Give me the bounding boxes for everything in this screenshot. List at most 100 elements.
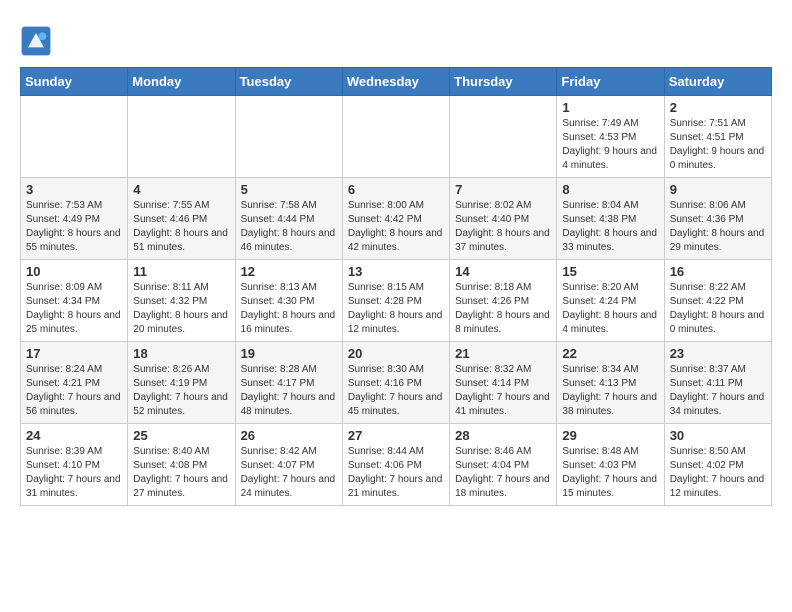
day-number: 10 — [26, 264, 122, 279]
calendar-cell: 3 Sunrise: 7:53 AM Sunset: 4:49 PM Daylig… — [21, 178, 128, 260]
day-info: Sunrise: 7:58 AM Sunset: 4:44 PM Dayligh… — [241, 199, 337, 255]
calendar-cell: 11 Sunrise: 8:11 AM Sunset: 4:32 PM Dayli… — [128, 260, 235, 342]
day-info: Sunrise: 8:42 AM Sunset: 4:07 PM Dayligh… — [241, 445, 337, 501]
day-info: Sunrise: 7:51 AM Sunset: 4:51 PM Dayligh… — [670, 117, 766, 173]
day-number: 20 — [348, 346, 444, 361]
calendar-header-row: SundayMondayTuesdayWednesdayThursdayFrid… — [21, 68, 772, 96]
calendar-week-row: 1 Sunrise: 7:49 AM Sunset: 4:53 PM Daylig… — [21, 96, 772, 178]
day-number: 9 — [670, 182, 766, 197]
day-number: 30 — [670, 428, 766, 443]
day-info: Sunrise: 8:18 AM Sunset: 4:26 PM Dayligh… — [455, 281, 551, 337]
day-number: 12 — [241, 264, 337, 279]
page-header — [20, 20, 772, 57]
calendar-cell: 6 Sunrise: 8:00 AM Sunset: 4:42 PM Daylig… — [342, 178, 449, 260]
day-number: 4 — [133, 182, 229, 197]
day-info: Sunrise: 8:26 AM Sunset: 4:19 PM Dayligh… — [133, 363, 229, 419]
calendar-cell — [450, 96, 557, 178]
day-info: Sunrise: 8:32 AM Sunset: 4:14 PM Dayligh… — [455, 363, 551, 419]
day-number: 21 — [455, 346, 551, 361]
calendar-cell: 30 Sunrise: 8:50 AM Sunset: 4:02 PM Dayli… — [664, 424, 771, 506]
calendar-table: SundayMondayTuesdayWednesdayThursdayFrid… — [20, 67, 772, 506]
calendar-cell — [21, 96, 128, 178]
calendar-cell: 22 Sunrise: 8:34 AM Sunset: 4:13 PM Dayli… — [557, 342, 664, 424]
day-info: Sunrise: 8:28 AM Sunset: 4:17 PM Dayligh… — [241, 363, 337, 419]
calendar-cell: 2 Sunrise: 7:51 AM Sunset: 4:51 PM Daylig… — [664, 96, 771, 178]
logo-icon — [20, 25, 52, 57]
day-number: 29 — [562, 428, 658, 443]
day-info: Sunrise: 8:37 AM Sunset: 4:11 PM Dayligh… — [670, 363, 766, 419]
day-number: 8 — [562, 182, 658, 197]
calendar-week-row: 10 Sunrise: 8:09 AM Sunset: 4:34 PM Dayli… — [21, 260, 772, 342]
calendar-week-row: 3 Sunrise: 7:53 AM Sunset: 4:49 PM Daylig… — [21, 178, 772, 260]
calendar-cell: 26 Sunrise: 8:42 AM Sunset: 4:07 PM Dayli… — [235, 424, 342, 506]
day-number: 25 — [133, 428, 229, 443]
calendar-header-thursday: Thursday — [450, 68, 557, 96]
day-number: 23 — [670, 346, 766, 361]
calendar-cell: 10 Sunrise: 8:09 AM Sunset: 4:34 PM Dayli… — [21, 260, 128, 342]
calendar-cell: 16 Sunrise: 8:22 AM Sunset: 4:22 PM Dayli… — [664, 260, 771, 342]
day-number: 11 — [133, 264, 229, 279]
day-number: 19 — [241, 346, 337, 361]
calendar-header-tuesday: Tuesday — [235, 68, 342, 96]
day-info: Sunrise: 8:50 AM Sunset: 4:02 PM Dayligh… — [670, 445, 766, 501]
calendar-cell: 5Sunrise: 7:58 AM Sunset: 4:44 PM Daylig… — [235, 178, 342, 260]
calendar-week-row: 24 Sunrise: 8:39 AM Sunset: 4:10 PM Dayli… — [21, 424, 772, 506]
calendar-cell: 28 Sunrise: 8:46 AM Sunset: 4:04 PM Dayli… — [450, 424, 557, 506]
calendar-week-row: 17Sunrise: 8:24 AM Sunset: 4:21 PM Dayli… — [21, 342, 772, 424]
day-info: Sunrise: 8:11 AM Sunset: 4:32 PM Dayligh… — [133, 281, 229, 337]
calendar-cell: 17Sunrise: 8:24 AM Sunset: 4:21 PM Dayli… — [21, 342, 128, 424]
day-info: Sunrise: 8:48 AM Sunset: 4:03 PM Dayligh… — [562, 445, 658, 501]
day-info: Sunrise: 8:44 AM Sunset: 4:06 PM Dayligh… — [348, 445, 444, 501]
calendar-cell: 14 Sunrise: 8:18 AM Sunset: 4:26 PM Dayli… — [450, 260, 557, 342]
day-number: 28 — [455, 428, 551, 443]
day-info: Sunrise: 8:00 AM Sunset: 4:42 PM Dayligh… — [348, 199, 444, 255]
day-number: 18 — [133, 346, 229, 361]
calendar-cell: 7Sunrise: 8:02 AM Sunset: 4:40 PM Daylig… — [450, 178, 557, 260]
day-number: 16 — [670, 264, 766, 279]
day-number: 6 — [348, 182, 444, 197]
day-info: Sunrise: 8:09 AM Sunset: 4:34 PM Dayligh… — [26, 281, 122, 337]
day-number: 1 — [562, 100, 658, 115]
day-number: 3 — [26, 182, 122, 197]
calendar-cell: 15 Sunrise: 8:20 AM Sunset: 4:24 PM Dayli… — [557, 260, 664, 342]
day-info: Sunrise: 7:49 AM Sunset: 4:53 PM Dayligh… — [562, 117, 658, 173]
calendar-cell: 24 Sunrise: 8:39 AM Sunset: 4:10 PM Dayli… — [21, 424, 128, 506]
day-number: 17 — [26, 346, 122, 361]
calendar-cell: 9 Sunrise: 8:06 AM Sunset: 4:36 PM Daylig… — [664, 178, 771, 260]
calendar-cell: 20Sunrise: 8:30 AM Sunset: 4:16 PM Dayli… — [342, 342, 449, 424]
day-info: Sunrise: 7:53 AM Sunset: 4:49 PM Dayligh… — [26, 199, 122, 255]
calendar-cell: 8 Sunrise: 8:04 AM Sunset: 4:38 PM Daylig… — [557, 178, 664, 260]
day-info: Sunrise: 8:46 AM Sunset: 4:04 PM Dayligh… — [455, 445, 551, 501]
calendar-cell: 12 Sunrise: 8:13 AM Sunset: 4:30 PM Dayli… — [235, 260, 342, 342]
calendar-cell: 13 Sunrise: 8:15 AM Sunset: 4:28 PM Dayli… — [342, 260, 449, 342]
day-number: 14 — [455, 264, 551, 279]
calendar-cell: 25Sunrise: 8:40 AM Sunset: 4:08 PM Dayli… — [128, 424, 235, 506]
day-number: 2 — [670, 100, 766, 115]
calendar-header-monday: Monday — [128, 68, 235, 96]
day-info: Sunrise: 8:34 AM Sunset: 4:13 PM Dayligh… — [562, 363, 658, 419]
day-info: Sunrise: 8:39 AM Sunset: 4:10 PM Dayligh… — [26, 445, 122, 501]
calendar-header-saturday: Saturday — [664, 68, 771, 96]
day-number: 15 — [562, 264, 658, 279]
day-number: 13 — [348, 264, 444, 279]
calendar-cell: 19 Sunrise: 8:28 AM Sunset: 4:17 PM Dayli… — [235, 342, 342, 424]
day-info: Sunrise: 8:06 AM Sunset: 4:36 PM Dayligh… — [670, 199, 766, 255]
day-info: Sunrise: 8:22 AM Sunset: 4:22 PM Dayligh… — [670, 281, 766, 337]
calendar-cell: 23 Sunrise: 8:37 AM Sunset: 4:11 PM Dayli… — [664, 342, 771, 424]
calendar-cell — [235, 96, 342, 178]
day-number: 27 — [348, 428, 444, 443]
day-info: Sunrise: 8:04 AM Sunset: 4:38 PM Dayligh… — [562, 199, 658, 255]
day-info: Sunrise: 8:20 AM Sunset: 4:24 PM Dayligh… — [562, 281, 658, 337]
day-number: 22 — [562, 346, 658, 361]
day-number: 24 — [26, 428, 122, 443]
day-number: 7 — [455, 182, 551, 197]
calendar-cell: 21 Sunrise: 8:32 AM Sunset: 4:14 PM Dayli… — [450, 342, 557, 424]
calendar-cell: 18 Sunrise: 8:26 AM Sunset: 4:19 PM Dayli… — [128, 342, 235, 424]
calendar-cell: 1 Sunrise: 7:49 AM Sunset: 4:53 PM Daylig… — [557, 96, 664, 178]
day-info: Sunrise: 8:13 AM Sunset: 4:30 PM Dayligh… — [241, 281, 337, 337]
day-info: Sunrise: 7:55 AM Sunset: 4:46 PM Dayligh… — [133, 199, 229, 255]
calendar-cell: 27 Sunrise: 8:44 AM Sunset: 4:06 PM Dayli… — [342, 424, 449, 506]
calendar-cell: 29 Sunrise: 8:48 AM Sunset: 4:03 PM Dayli… — [557, 424, 664, 506]
day-info: Sunrise: 8:15 AM Sunset: 4:28 PM Dayligh… — [348, 281, 444, 337]
day-number: 26 — [241, 428, 337, 443]
